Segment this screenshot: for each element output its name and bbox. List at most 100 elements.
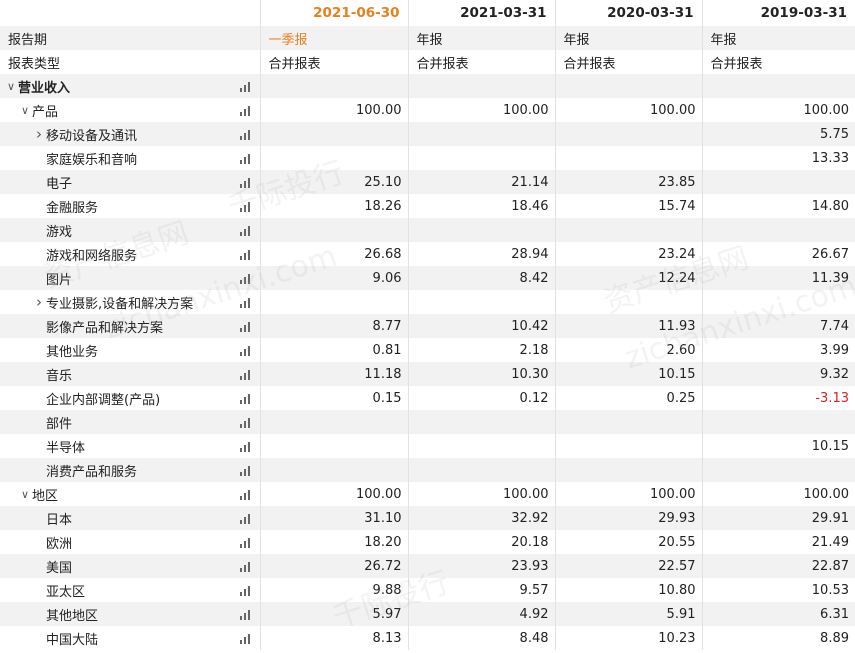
value-cell: 15.74 [555,194,703,218]
row-label: 影像产品和解决方案 [0,314,261,338]
row-label: 游戏 [0,218,261,242]
bar-chart-icon[interactable] [239,81,252,92]
chevron-down-icon[interactable]: ∨ [18,104,32,117]
date-header-cell[interactable]: 2019-03-31 [702,0,855,26]
row-label: 消费产品和服务 [0,458,261,482]
value-cell [260,146,409,170]
table-row[interactable]: 半导体 10.15 [0,434,855,458]
chevron-down-icon[interactable]: ∨ [4,80,18,93]
table-row[interactable]: ∨ 产品 100.00 100.00 100.00 100.00 [0,98,855,122]
value-cell: 22.57 [555,554,703,578]
date-header-cell[interactable]: 2020-03-31 [555,0,703,26]
value-cell: 28.94 [408,242,556,266]
chevron-right-icon[interactable]: › [32,293,46,311]
table-row[interactable]: 美国 26.72 23.93 22.57 22.87 [0,554,855,578]
table-row[interactable]: 中国大陆 8.13 8.48 10.23 8.89 [0,626,855,650]
table-row[interactable]: 图片 9.06 8.42 12.24 11.39 [0,266,855,290]
value-cell: 25.10 [260,170,409,194]
bar-chart-icon[interactable] [239,585,252,596]
value-cell [260,218,409,242]
bar-chart-icon[interactable] [239,465,252,476]
value-cell [555,290,703,314]
table-row[interactable]: 电子 25.10 21.14 23.85 [0,170,855,194]
bar-chart-icon[interactable] [239,345,252,356]
value-cell: 18.46 [408,194,556,218]
value-cell: 5.97 [260,602,409,626]
table-row[interactable]: › 专业摄影,设备和解决方案 [0,290,855,314]
bar-chart-icon[interactable] [239,129,252,140]
chevron-right-icon[interactable]: › [32,125,46,143]
table-row[interactable]: 其他地区 5.97 4.92 5.91 6.31 [0,602,855,626]
value-cell: 10.15 [811,438,849,454]
table-row[interactable]: ∨ 地区 100.00 100.00 100.00 100.00 [0,482,855,506]
bar-chart-icon[interactable] [239,417,252,428]
bar-chart-icon[interactable] [239,561,252,572]
finance-table-view: 2021-06-30 2021-03-31 2020-03-31 2019-03… [0,0,855,653]
table-row[interactable]: 消费产品和服务 [0,458,855,482]
bar-chart-icon[interactable] [239,249,252,260]
table-row[interactable]: 欧洲 18.20 20.18 20.55 21.49 [0,530,855,554]
value-cell: 26.68 [260,242,409,266]
value-cell: 23.24 [555,242,703,266]
row-label-text: 欧洲 [46,536,73,552]
chevron-down-icon[interactable]: ∨ [18,488,32,501]
value-cell: 20.55 [555,530,703,554]
row-label-text: 影像产品和解决方案 [46,320,164,336]
value-cell [260,458,409,482]
bar-chart-icon[interactable] [239,177,252,188]
bar-chart-icon[interactable] [239,513,252,524]
bar-chart-icon[interactable] [239,273,252,284]
row-label-text: 专业摄影,设备和解决方案 [46,296,194,312]
table-row[interactable]: 金融服务 18.26 18.46 15.74 14.80 [0,194,855,218]
table-row[interactable]: 影像产品和解决方案 8.77 10.42 11.93 7.74 [0,314,855,338]
bar-chart-icon[interactable] [239,201,252,212]
bar-chart-icon[interactable] [239,537,252,548]
table-row[interactable]: 部件 [0,410,855,434]
value-cell: 8.42 [408,266,556,290]
date-header-row: 2021-06-30 2021-03-31 2020-03-31 2019-03… [0,0,855,26]
table-row[interactable]: 音乐 11.18 10.30 10.15 9.32 [0,362,855,386]
bar-chart-icon[interactable] [239,225,252,236]
bar-chart-icon[interactable] [239,105,252,116]
value-cell [260,74,409,98]
date-header-cell[interactable]: 2021-06-30 [260,0,409,26]
row-label-text: 家庭娱乐和音响 [46,152,138,168]
value-cell: 14.80 [811,198,849,214]
value-cell: 0.12 [408,386,556,410]
table-row[interactable]: 游戏和网络服务 26.68 28.94 23.24 26.67 [0,242,855,266]
value-cell: 0.15 [260,386,409,410]
row-label: 金融服务 [0,194,261,218]
table-row[interactable]: 企业内部调整(产品) 0.15 0.12 0.25 -3.13 [0,386,855,410]
value-cell: 4.92 [408,602,556,626]
bar-chart-icon[interactable] [239,393,252,404]
date-header-cell[interactable]: 2021-03-31 [408,0,556,26]
bar-chart-icon[interactable] [239,297,252,308]
bar-chart-icon[interactable] [239,441,252,452]
value-cell: 26.67 [811,246,849,262]
value-cell: 8.13 [260,626,409,650]
row-label: 企业内部调整(产品) [0,386,261,410]
value-cell: 13.33 [811,150,849,166]
bar-chart-icon[interactable] [239,489,252,500]
table-row[interactable]: 家庭娱乐和音响 13.33 [0,146,855,170]
bar-chart-icon[interactable] [239,321,252,332]
table-row[interactable]: ∨ 营业收入 [0,74,855,98]
row-label: 半导体 [0,434,261,458]
bar-chart-icon[interactable] [239,609,252,620]
table-row[interactable]: 亚太区 9.88 9.57 10.80 10.53 [0,578,855,602]
row-label: 日本 [0,506,261,530]
table-row[interactable]: 游戏 [0,218,855,242]
row-label-text: 消费产品和服务 [46,464,138,480]
value-cell: 5.75 [702,122,855,146]
bar-chart-icon[interactable] [239,369,252,380]
table-row[interactable]: 其他业务 0.81 2.18 2.60 3.99 [0,338,855,362]
value-cell: 10.23 [555,626,703,650]
table-row[interactable]: 日本 31.10 32.92 29.93 29.91 [0,506,855,530]
value-cell: 6.31 [702,602,855,626]
value-cell [555,458,703,482]
bar-chart-icon[interactable] [239,633,252,644]
table-row[interactable]: › 移动设备及通讯 5.75 [0,122,855,146]
value-cell: 0.81 [260,338,409,362]
bar-chart-icon[interactable] [239,153,252,164]
value-cell [408,290,556,314]
